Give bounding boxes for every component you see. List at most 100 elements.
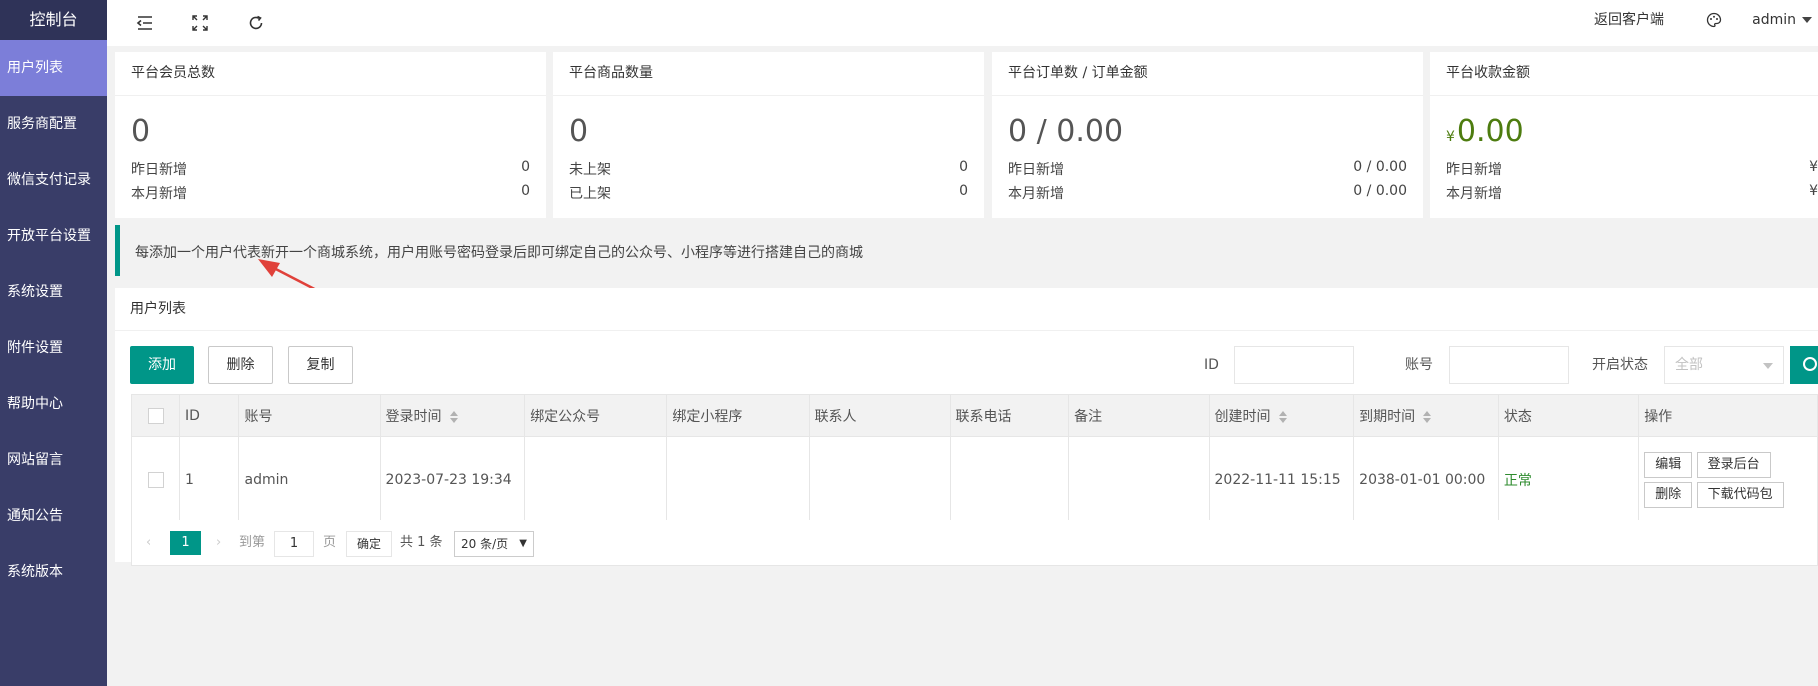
cell-login-time: 2023-07-23 19:34 — [379, 436, 526, 524]
row-checkbox[interactable] — [147, 472, 164, 488]
chevron-right-icon[interactable]: › — [216, 531, 221, 555]
cell-expire: 2038-01-01 00:00 — [1353, 436, 1499, 524]
column-header-id: ID — [179, 394, 240, 437]
row-value: ¥ — [1809, 183, 1818, 199]
goto-page-input[interactable]: 1 — [274, 531, 314, 557]
sidebar-item-notices[interactable]: 通知公告 — [0, 488, 107, 544]
sidebar-item-user-list[interactable]: 用户列表 — [0, 40, 107, 96]
login-backend-button[interactable]: 登录后台 — [1696, 452, 1771, 478]
cell-account: admin — [238, 436, 381, 524]
add-button[interactable]: 添加 — [130, 346, 194, 384]
row-delete-button[interactable]: 删除 — [1644, 482, 1693, 508]
sidebar-item-help[interactable]: 帮助中心 — [0, 376, 107, 432]
search-button[interactable] — [1790, 346, 1818, 384]
card-row: 已上架 0 — [569, 183, 968, 203]
sidebar-item-attachment[interactable]: 附件设置 — [0, 320, 107, 376]
chevron-down-icon — [1763, 363, 1773, 369]
refresh-icon[interactable] — [246, 13, 266, 33]
row-label: 本月新增 — [131, 186, 187, 202]
sort-icon[interactable] — [1423, 410, 1432, 423]
sort-icon[interactable] — [1278, 410, 1287, 423]
column-header-phone: 联系电话 — [949, 394, 1070, 437]
column-header-created[interactable]: 创建时间 — [1208, 394, 1355, 437]
sidebar-item-system-settings[interactable]: 系统设置 — [0, 264, 107, 320]
cell-wechat — [524, 436, 668, 524]
column-header-expire[interactable]: 到期时间 — [1353, 394, 1499, 437]
sidebar-item-service-provider[interactable]: 服务商配置 — [0, 96, 107, 152]
row-value: 0 — [959, 159, 968, 175]
cell-created: 2022-11-11 15:15 — [1208, 436, 1355, 524]
row-value: 0 — [521, 183, 530, 199]
goto-label: 到第 — [239, 535, 266, 550]
pagination: ‹ 1 › 到第 1 页 确定 共 1 条 20 条/页 ▼ — [131, 520, 1818, 566]
cell-id: 1 — [179, 436, 240, 524]
cell-remark — [1068, 436, 1210, 524]
row-label: 昨日新增 — [1446, 162, 1502, 178]
delete-button[interactable]: 删除 — [208, 346, 273, 384]
row-label: 本月新增 — [1008, 186, 1064, 202]
select-placeholder: 全部 — [1675, 357, 1703, 373]
account-filter-input[interactable] — [1449, 346, 1569, 384]
card-row: 本月新增 0 / 0.00 — [1008, 183, 1407, 203]
download-code-button[interactable]: 下载代码包 — [1696, 482, 1784, 508]
total-count: 共 1 条 — [400, 535, 443, 550]
sidebar: 控制台 用户列表 服务商配置 微信支付记录 开放平台设置 系统设置 附件设置 帮… — [0, 0, 107, 686]
card-value: 0 / 0.00 — [1008, 114, 1124, 149]
page-unit-label: 页 — [323, 535, 337, 550]
sidebar-item-wechat-pay[interactable]: 微信支付记录 — [0, 152, 107, 208]
chevron-down-icon: ▼ — [519, 538, 527, 549]
brand-title[interactable]: 控制台 — [0, 0, 107, 40]
notice-text: 每添加一个用户代表新开一个商城系统，用户用账号密码登录后即可绑定自己的公众号、小… — [135, 245, 863, 261]
column-header-label: 创建时间 — [1214, 408, 1271, 425]
cell-miniapp — [666, 436, 810, 524]
per-page-select[interactable]: 20 条/页 ▼ — [454, 531, 534, 557]
chevron-left-icon[interactable]: ‹ — [146, 531, 151, 555]
id-filter-label: ID — [1204, 357, 1219, 373]
card-title: 平台订单数 / 订单金额 — [992, 52, 1423, 96]
sort-icon[interactable] — [449, 410, 458, 423]
copy-button[interactable]: 复制 — [288, 346, 353, 384]
cell-phone — [949, 436, 1070, 524]
column-header-actions: 操作 — [1638, 394, 1818, 437]
status-filter-select[interactable]: 全部 — [1664, 346, 1784, 384]
fullscreen-icon[interactable] — [190, 13, 210, 33]
goto-confirm-button[interactable]: 确定 — [346, 531, 393, 557]
select-all-checkbox[interactable] — [147, 407, 164, 424]
top-header: 返回客户端 admin — [107, 0, 1818, 46]
row-label: 昨日新增 — [131, 162, 187, 178]
stat-card-orders: 平台订单数 / 订单金额 0 / 0.00 昨日新增 0 / 0.00 本月新增 0… — [992, 52, 1423, 218]
sidebar-item-messages[interactable]: 网站留言 — [0, 432, 107, 488]
row-value: 0 — [521, 159, 530, 175]
column-header-account: 账号 — [238, 394, 381, 437]
palette-icon[interactable] — [1704, 10, 1724, 30]
column-header-label: 到期时间 — [1359, 408, 1416, 425]
column-header-miniapp: 绑定小程序 — [666, 394, 810, 437]
id-filter-input[interactable] — [1234, 346, 1354, 384]
card-row: 昨日新增 0 — [131, 159, 530, 179]
card-title: 平台会员总数 — [115, 52, 546, 96]
table-row: 1 admin 2023-07-23 19:34 2022-11-11 15:1… — [130, 436, 1818, 524]
back-to-client-link[interactable]: 返回客户端 — [1594, 0, 1664, 40]
sidebar-item-version[interactable]: 系统版本 — [0, 544, 107, 600]
page-current[interactable]: 1 — [170, 531, 201, 555]
stat-card-members: 平台会员总数 0 昨日新增 0 本月新增 0 — [115, 52, 546, 218]
row-label: 昨日新增 — [1008, 162, 1064, 178]
column-header-label: 登录时间 — [385, 408, 442, 425]
card-row: 未上架 0 — [569, 159, 968, 179]
row-select-cell — [130, 436, 181, 524]
user-menu[interactable]: admin — [1752, 0, 1812, 40]
search-icon — [1803, 357, 1817, 371]
stat-card-revenue: 平台收款金额 ¥0.00 昨日新增 ¥ 本月新增 ¥ — [1430, 52, 1818, 218]
menu-fold-icon[interactable] — [135, 13, 155, 33]
select-all-cell — [130, 394, 181, 437]
card-value: ¥0.00 — [1446, 114, 1524, 149]
sidebar-item-open-platform[interactable]: 开放平台设置 — [0, 208, 107, 264]
column-header-login-time[interactable]: 登录时间 — [379, 394, 526, 437]
row-value: ¥ — [1809, 159, 1818, 175]
row-value: 0 / 0.00 — [1353, 159, 1407, 175]
account-filter-label: 账号 — [1405, 357, 1433, 373]
column-header-status: 状态 — [1497, 394, 1640, 437]
edit-button[interactable]: 编辑 — [1644, 452, 1693, 478]
column-header-wechat: 绑定公众号 — [524, 394, 668, 437]
table-header-row: ID 账号 登录时间 绑定公众号 绑定小程序 联系人 联系电话 备注 创建时间 … — [130, 394, 1818, 437]
